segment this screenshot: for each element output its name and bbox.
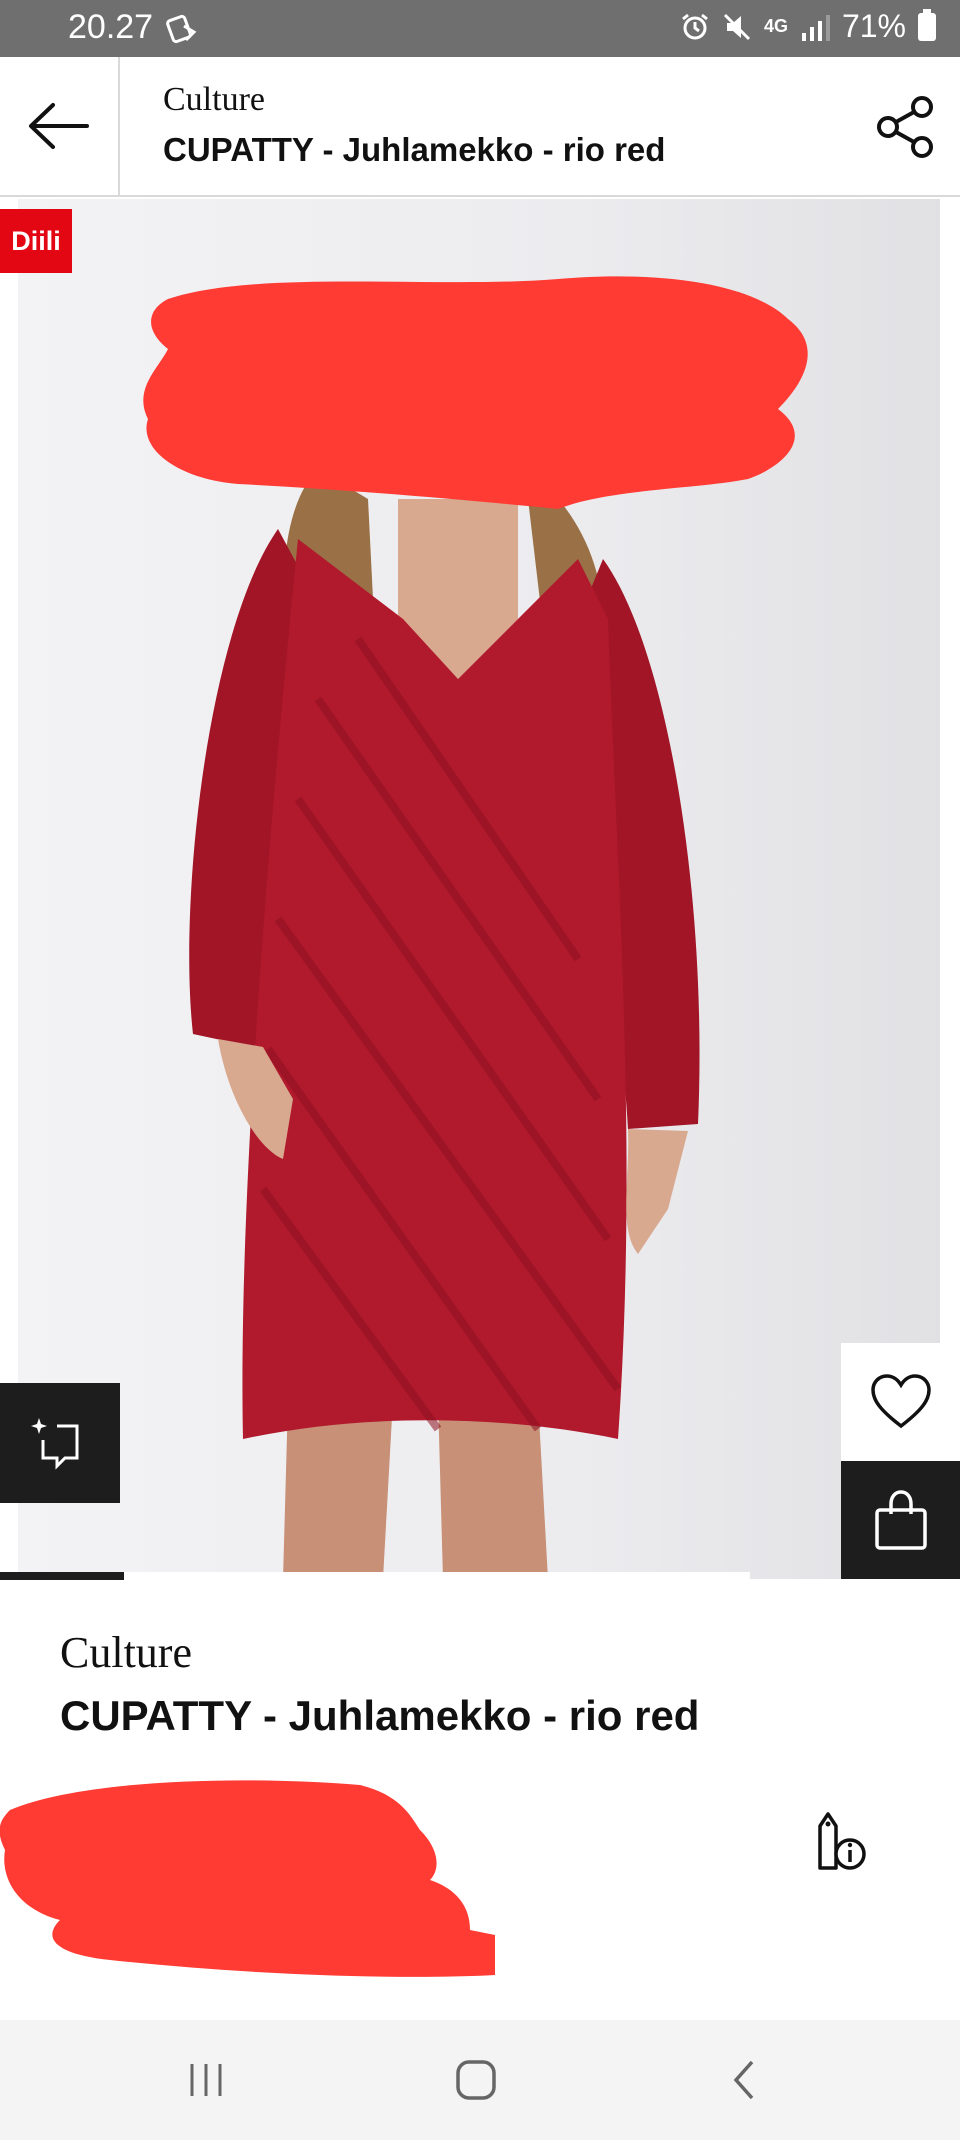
compare-icon bbox=[31, 1418, 79, 1470]
app-header: Culture CUPATTY - Juhlamekko - rio red bbox=[0, 57, 960, 197]
header-title: CUPATTY - Juhlamekko - rio red bbox=[163, 131, 666, 168]
wishlist-button[interactable] bbox=[841, 1343, 960, 1461]
share-icon[interactable] bbox=[874, 95, 938, 159]
price-tag-info-icon[interactable] bbox=[808, 1808, 872, 1872]
battery-icon bbox=[918, 8, 936, 41]
alarm-icon bbox=[682, 13, 708, 39]
redacted-price bbox=[0, 1780, 495, 1977]
product-image[interactable] bbox=[18, 199, 940, 1579]
status-bar: 20.27 4G 71% bbox=[0, 0, 960, 57]
battery-percent: 71% bbox=[841, 8, 906, 44]
status-time: 20.27 bbox=[68, 8, 154, 46]
home-icon bbox=[456, 2060, 496, 2100]
heart-icon bbox=[870, 1374, 931, 1429]
product-brand[interactable]: Culture bbox=[60, 1627, 192, 1678]
mute-icon bbox=[723, 13, 750, 40]
recent-apps-button[interactable] bbox=[176, 2050, 236, 2110]
notification-icon bbox=[166, 14, 197, 44]
compare-button[interactable] bbox=[0, 1383, 120, 1503]
back-nav-button[interactable] bbox=[714, 2050, 774, 2110]
deal-badge: Diili bbox=[0, 209, 72, 273]
signal-icon bbox=[801, 14, 830, 41]
add-to-bag-button[interactable] bbox=[841, 1461, 960, 1579]
back-chevron-icon bbox=[733, 2060, 754, 2100]
carousel-indicator bbox=[0, 1572, 124, 1580]
home-button[interactable] bbox=[446, 2050, 506, 2110]
product-title: CUPATTY - Juhlamekko - rio red bbox=[60, 1692, 700, 1739]
network-label: 4G bbox=[763, 16, 788, 36]
recent-apps-icon bbox=[190, 2064, 222, 2096]
shopping-bag-icon bbox=[874, 1490, 927, 1550]
status-indicators: 4G 71% bbox=[680, 8, 936, 45]
arrow-left-icon bbox=[29, 103, 89, 149]
system-nav-bar bbox=[0, 2020, 960, 2140]
redaction-face bbox=[143, 276, 808, 509]
header-brand: Culture bbox=[163, 81, 265, 118]
back-button[interactable] bbox=[0, 57, 120, 195]
